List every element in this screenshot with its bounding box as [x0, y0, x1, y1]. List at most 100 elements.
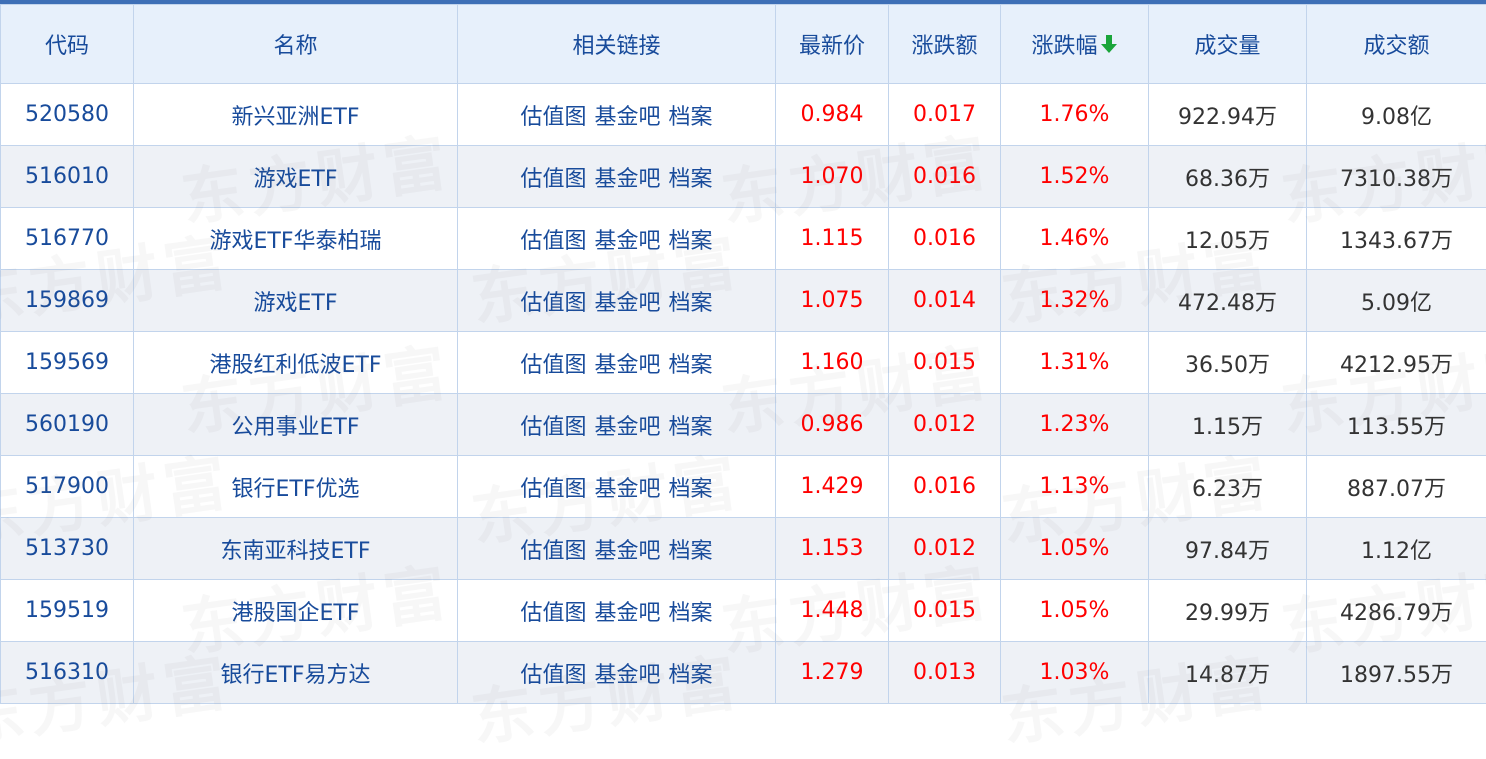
price-change: 0.012	[889, 518, 1001, 580]
trade-amount: 7310.38万	[1307, 146, 1486, 208]
change-percent: 1.13%	[1001, 456, 1149, 518]
trade-volume: 12.05万	[1149, 208, 1307, 270]
trade-amount: 9.08亿	[1307, 84, 1486, 146]
valuation-chart-link[interactable]: 估值图	[520, 161, 586, 193]
trade-volume: 14.87万	[1149, 642, 1307, 704]
fund-forum-link[interactable]: 基金吧	[594, 285, 660, 317]
fund-name-link[interactable]: 港股红利低波ETF	[134, 332, 458, 394]
valuation-chart-link[interactable]: 估值图	[520, 99, 586, 131]
fund-code-link[interactable]: 516010	[1, 146, 134, 208]
col-header-price[interactable]: 最新价	[776, 5, 889, 84]
fund-code-link[interactable]: 516770	[1, 208, 134, 270]
fund-profile-link[interactable]: 档案	[669, 99, 713, 131]
fund-name-link[interactable]: 游戏ETF	[134, 270, 458, 332]
price-change: 0.016	[889, 456, 1001, 518]
fund-name-link[interactable]: 游戏ETF	[134, 146, 458, 208]
trade-amount: 1343.67万	[1307, 208, 1486, 270]
fund-code-link[interactable]: 517900	[1, 456, 134, 518]
fund-code-link[interactable]: 159869	[1, 270, 134, 332]
col-header-amount[interactable]: 成交额	[1307, 5, 1486, 84]
fund-code-link[interactable]: 513730	[1, 518, 134, 580]
change-percent: 1.52%	[1001, 146, 1149, 208]
fund-name-link[interactable]: 港股国企ETF	[134, 580, 458, 642]
col-header-pct[interactable]: 涨跌幅	[1001, 5, 1149, 84]
fund-forum-link[interactable]: 基金吧	[594, 161, 660, 193]
latest-price: 1.279	[776, 642, 889, 704]
fund-forum-link[interactable]: 基金吧	[594, 99, 660, 131]
latest-price: 0.986	[776, 394, 889, 456]
related-links-cell: 估值图基金吧档案	[458, 84, 776, 146]
fund-forum-link[interactable]: 基金吧	[594, 471, 660, 503]
fund-profile-link[interactable]: 档案	[669, 409, 713, 441]
latest-price: 1.160	[776, 332, 889, 394]
related-links-cell: 估值图基金吧档案	[458, 580, 776, 642]
table-row: 516310银行ETF易方达估值图基金吧档案1.2790.0131.03%14.…	[1, 642, 1486, 704]
change-percent: 1.76%	[1001, 84, 1149, 146]
table-row: 159569港股红利低波ETF估值图基金吧档案1.1600.0151.31%36…	[1, 332, 1486, 394]
related-links-cell: 估值图基金吧档案	[458, 642, 776, 704]
fund-code-link[interactable]: 560190	[1, 394, 134, 456]
price-change: 0.013	[889, 642, 1001, 704]
trade-amount: 4212.95万	[1307, 332, 1486, 394]
change-percent: 1.32%	[1001, 270, 1149, 332]
valuation-chart-link[interactable]: 估值图	[520, 223, 586, 255]
fund-code-link[interactable]: 520580	[1, 84, 134, 146]
price-change: 0.015	[889, 580, 1001, 642]
change-percent: 1.05%	[1001, 518, 1149, 580]
fund-name-link[interactable]: 新兴亚洲ETF	[134, 84, 458, 146]
fund-name-link[interactable]: 银行ETF易方达	[134, 642, 458, 704]
table-header-row: 代码 名称 相关链接 最新价 涨跌额 涨跌幅 成交量 成交额	[1, 5, 1486, 84]
trade-volume: 97.84万	[1149, 518, 1307, 580]
trade-amount: 1.12亿	[1307, 518, 1486, 580]
fund-code-link[interactable]: 159519	[1, 580, 134, 642]
related-links-cell: 估值图基金吧档案	[458, 146, 776, 208]
fund-forum-link[interactable]: 基金吧	[594, 533, 660, 565]
trade-volume: 922.94万	[1149, 84, 1307, 146]
fund-profile-link[interactable]: 档案	[669, 471, 713, 503]
valuation-chart-link[interactable]: 估值图	[520, 409, 586, 441]
fund-code-link[interactable]: 516310	[1, 642, 134, 704]
col-header-change[interactable]: 涨跌额	[889, 5, 1001, 84]
fund-profile-link[interactable]: 档案	[669, 533, 713, 565]
latest-price: 1.448	[776, 580, 889, 642]
fund-forum-link[interactable]: 基金吧	[594, 223, 660, 255]
col-header-name[interactable]: 名称	[134, 5, 458, 84]
fund-profile-link[interactable]: 档案	[669, 347, 713, 379]
col-header-code[interactable]: 代码	[1, 5, 134, 84]
table-row: 520580新兴亚洲ETF估值图基金吧档案0.9840.0171.76%922.…	[1, 84, 1486, 146]
fund-forum-link[interactable]: 基金吧	[594, 595, 660, 627]
fund-profile-link[interactable]: 档案	[669, 657, 713, 689]
fund-name-link[interactable]: 公用事业ETF	[134, 394, 458, 456]
change-percent: 1.46%	[1001, 208, 1149, 270]
valuation-chart-link[interactable]: 估值图	[520, 347, 586, 379]
valuation-chart-link[interactable]: 估值图	[520, 657, 586, 689]
fund-profile-link[interactable]: 档案	[669, 223, 713, 255]
fund-forum-link[interactable]: 基金吧	[594, 657, 660, 689]
fund-name-link[interactable]: 东南亚科技ETF	[134, 518, 458, 580]
valuation-chart-link[interactable]: 估值图	[520, 533, 586, 565]
valuation-chart-link[interactable]: 估值图	[520, 285, 586, 317]
change-percent: 1.23%	[1001, 394, 1149, 456]
table-row: 513730东南亚科技ETF估值图基金吧档案1.1530.0121.05%97.…	[1, 518, 1486, 580]
col-header-volume[interactable]: 成交量	[1149, 5, 1307, 84]
latest-price: 1.115	[776, 208, 889, 270]
trade-volume: 6.23万	[1149, 456, 1307, 518]
latest-price: 0.984	[776, 84, 889, 146]
fund-profile-link[interactable]: 档案	[669, 161, 713, 193]
valuation-chart-link[interactable]: 估值图	[520, 595, 586, 627]
related-links-cell: 估值图基金吧档案	[458, 332, 776, 394]
fund-forum-link[interactable]: 基金吧	[594, 409, 660, 441]
col-header-pct-label: 涨跌幅	[1031, 28, 1097, 60]
trade-volume: 472.48万	[1149, 270, 1307, 332]
trade-amount: 5.09亿	[1307, 270, 1486, 332]
valuation-chart-link[interactable]: 估值图	[520, 471, 586, 503]
fund-name-link[interactable]: 银行ETF优选	[134, 456, 458, 518]
related-links-cell: 估值图基金吧档案	[458, 208, 776, 270]
fund-profile-link[interactable]: 档案	[669, 285, 713, 317]
change-percent: 1.03%	[1001, 642, 1149, 704]
fund-profile-link[interactable]: 档案	[669, 595, 713, 627]
fund-name-link[interactable]: 游戏ETF华泰柏瑞	[134, 208, 458, 270]
fund-code-link[interactable]: 159569	[1, 332, 134, 394]
fund-forum-link[interactable]: 基金吧	[594, 347, 660, 379]
related-links-cell: 估值图基金吧档案	[458, 270, 776, 332]
